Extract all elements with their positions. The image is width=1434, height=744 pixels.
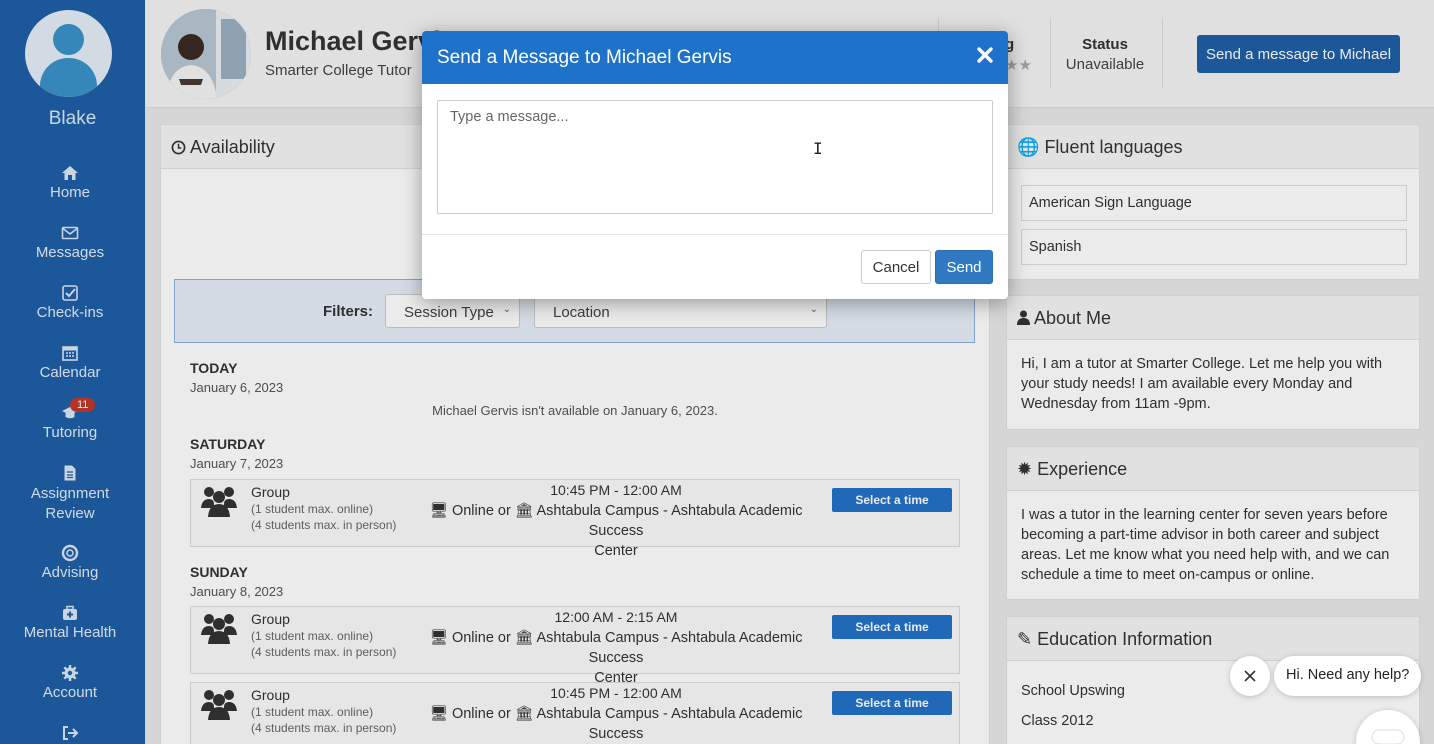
close-icon[interactable] xyxy=(976,46,994,64)
chat-icon xyxy=(1371,729,1405,744)
chat-launcher-button[interactable] xyxy=(1356,710,1420,744)
send-button[interactable]: Send xyxy=(935,250,993,284)
modal-title: Send a Message to Michael Gervis xyxy=(437,47,732,68)
close-icon xyxy=(1244,670,1256,682)
message-textarea[interactable] xyxy=(437,100,993,214)
modal-header: Send a Message to Michael Gervis xyxy=(422,31,1008,84)
cancel-button[interactable]: Cancel xyxy=(861,250,931,284)
send-message-modal: Send a Message to Michael Gervis Cancel … xyxy=(422,31,1008,299)
modal-divider xyxy=(422,234,1008,235)
chat-dismiss-button[interactable] xyxy=(1230,656,1270,696)
chat-greeting-bubble[interactable]: Hi. Need any help? xyxy=(1274,656,1422,696)
text-cursor-icon: I xyxy=(813,139,823,158)
